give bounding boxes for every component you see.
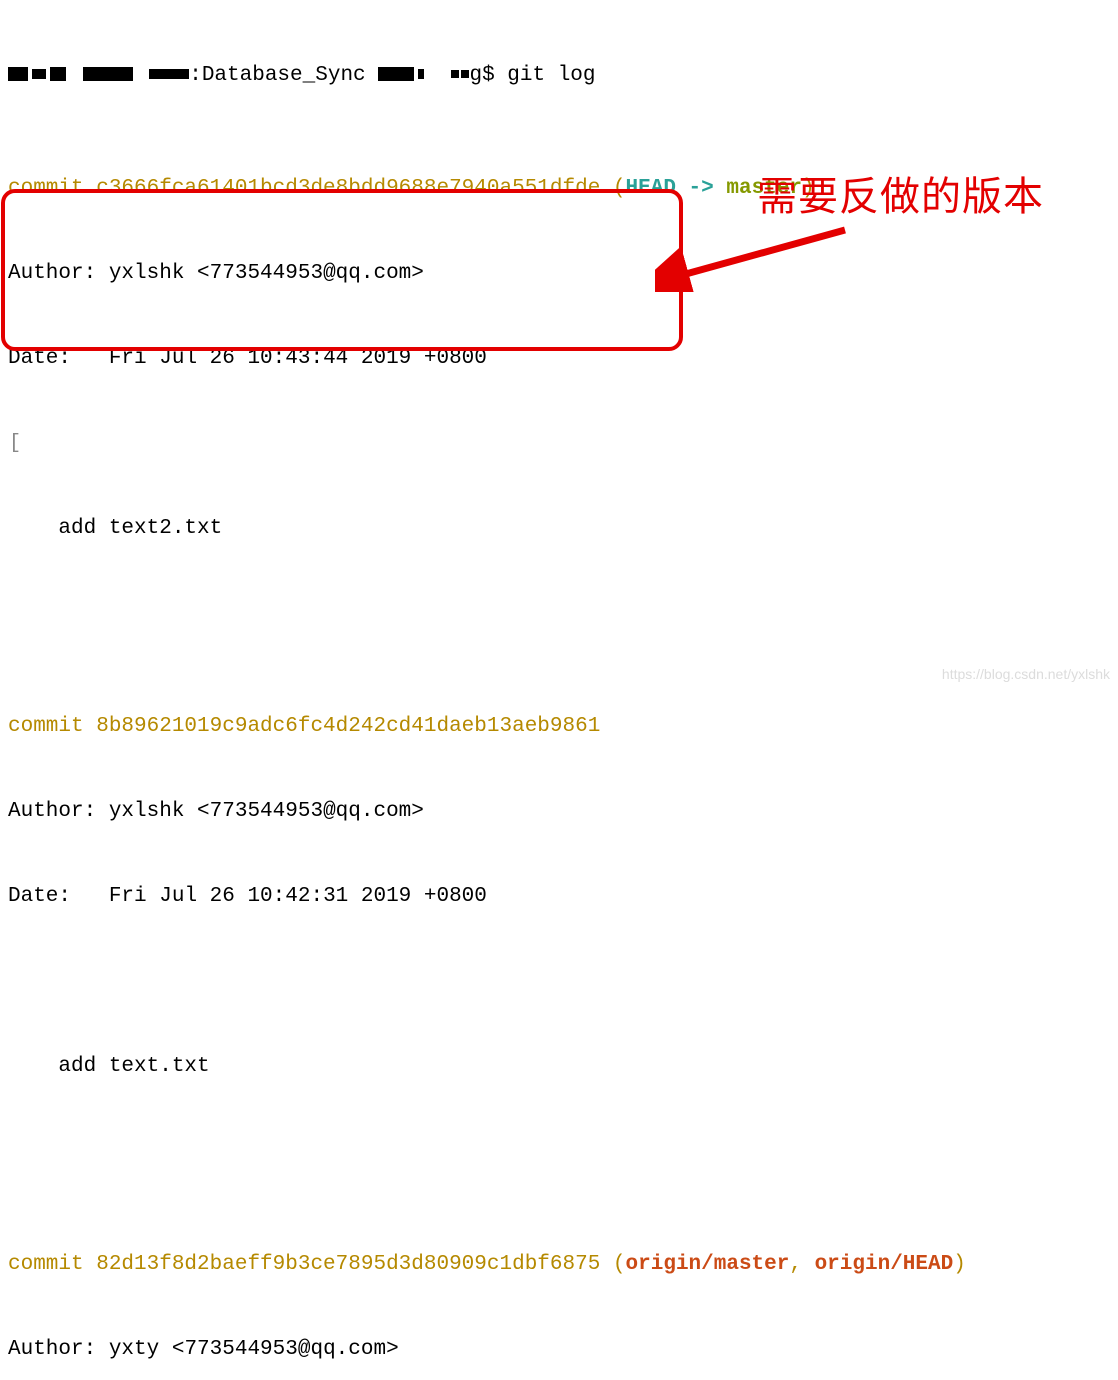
annotation-text: 需要反做的版本 [757, 170, 1044, 224]
prompt-line: :Database_Sync g$ git log [8, 62, 1110, 90]
prompt-suffix: g$ [469, 64, 507, 87]
obscured-host [83, 67, 133, 81]
commit-hash-label: commit [8, 1253, 96, 1276]
obscured-host [149, 69, 189, 79]
watermark: https://blog.csdn.net/yxlshk [942, 665, 1110, 684]
author-value: yxty <773544953@qq.com> [109, 1338, 399, 1361]
blank-line [8, 1138, 1110, 1166]
obscured-host [8, 67, 28, 81]
author-value: yxlshk <773544953@qq.com> [109, 800, 424, 823]
obscured-user [378, 67, 414, 81]
obscured-user [418, 69, 424, 79]
refs-open: ( [600, 177, 625, 200]
commit-hash-label: commit [8, 715, 96, 738]
date-line: Date: Fri Jul 26 10:42:31 2019 +0800 [8, 883, 1110, 911]
arrow-icon: -> [676, 177, 726, 200]
date-value: Fri Jul 26 10:43:44 2019 +0800 [109, 347, 487, 370]
prompt-host: :Database_Sync [189, 64, 378, 87]
author-line: Author: yxlshk <773544953@qq.com> [8, 798, 1110, 826]
author-line: Author: yxlshk <773544953@qq.com> [8, 260, 1110, 288]
refs-open: ( [600, 1253, 625, 1276]
head-ref: HEAD [626, 177, 676, 200]
refs-close: ) [953, 1253, 966, 1276]
obscured-host [32, 69, 46, 79]
commit-hash: 8b89621019c9adc6fc4d242cd41daeb13aeb9861 [96, 715, 600, 738]
commit-hash: c3666fca61401bcd3de8bdd9688e7940a551dfde [96, 177, 600, 200]
commit-hash-label: commit [8, 177, 96, 200]
commit-entry: commit 8b89621019c9adc6fc4d242cd41daeb13… [8, 713, 1110, 741]
command-text: git log [507, 64, 595, 87]
commit-message: add text2.txt [8, 515, 1110, 543]
obscured-user [451, 70, 459, 78]
refs-sep: , [789, 1253, 814, 1276]
author-value: yxlshk <773544953@qq.com> [109, 262, 424, 285]
blank-line: [ [8, 430, 1110, 458]
obscured-host [50, 67, 66, 81]
date-value: Fri Jul 26 10:42:31 2019 +0800 [109, 885, 487, 908]
commit-entry: commit 82d13f8d2baeff9b3ce7895d3d80909c1… [8, 1251, 1110, 1279]
blank-line [8, 600, 1110, 628]
blank-line [8, 968, 1110, 996]
remote-ref: origin/HEAD [815, 1253, 954, 1276]
commit-message: add text.txt [8, 1053, 1110, 1081]
commit-hash: 82d13f8d2baeff9b3ce7895d3d80909c1dbf6875 [96, 1253, 600, 1276]
date-line: Date: Fri Jul 26 10:43:44 2019 +0800 [8, 345, 1110, 373]
author-line: Author: yxty <773544953@qq.com> [8, 1336, 1110, 1364]
remote-ref: origin/master [626, 1253, 790, 1276]
